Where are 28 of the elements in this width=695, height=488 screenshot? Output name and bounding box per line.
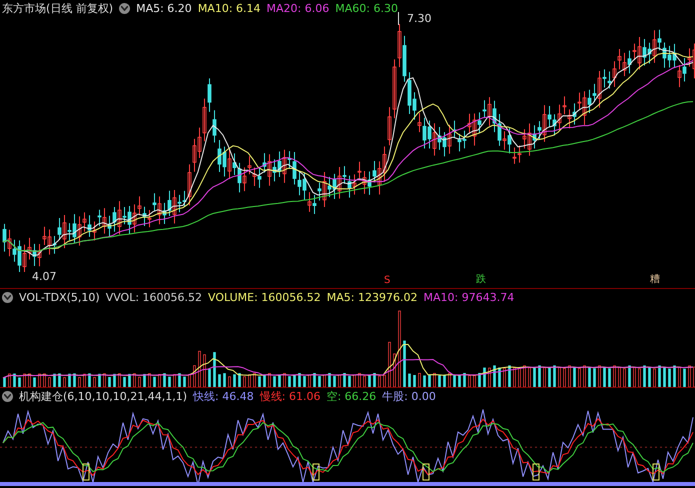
indicator-value: VVOL: 160056.52 <box>106 290 202 304</box>
indicator-value: MA10: 97643.74 <box>423 290 514 304</box>
signal-marker: 糟 <box>650 273 660 286</box>
signal-bar <box>82 464 90 480</box>
indicator-value: 牛股: 0.00 <box>382 388 436 404</box>
dropdown-icon[interactable] <box>119 2 130 14</box>
indicator-value: MA5: 123976.02 <box>326 290 418 304</box>
indicator-value: VOLUME: 160056.52 <box>208 290 321 304</box>
indicator-value: 慢线: 61.06 <box>260 388 320 404</box>
indicator-value: MA5: 6.20 <box>136 2 192 14</box>
signal-bar <box>312 464 320 480</box>
indicator-title: VOL-TDX(5,10) <box>19 290 100 304</box>
indicator-value: 快线: 46.48 <box>193 388 254 404</box>
signal-bar <box>652 464 660 480</box>
indicator-title: 东方市场(日线 前复权) <box>2 0 114 16</box>
signal-marker: 跌 <box>476 272 486 286</box>
low-price-label: 4.07 <box>32 270 56 283</box>
indicator-value: MA60: 6.30 <box>335 2 398 14</box>
signal-marker: S <box>384 275 390 286</box>
signal-bar <box>532 464 540 480</box>
indicator-title: 机构建仓(6,10,10,10,21,44,1,1) <box>19 388 188 404</box>
indicator-value: MA20: 6.06 <box>266 2 330 14</box>
indicator-value: MA10: 6.14 <box>198 2 261 14</box>
indicator-value: 空: 66.26 <box>326 388 376 404</box>
signal-bar <box>422 464 430 480</box>
dropdown-icon[interactable] <box>2 390 13 402</box>
high-price-label: 7.30 <box>398 12 432 25</box>
dropdown-icon[interactable] <box>2 292 13 302</box>
